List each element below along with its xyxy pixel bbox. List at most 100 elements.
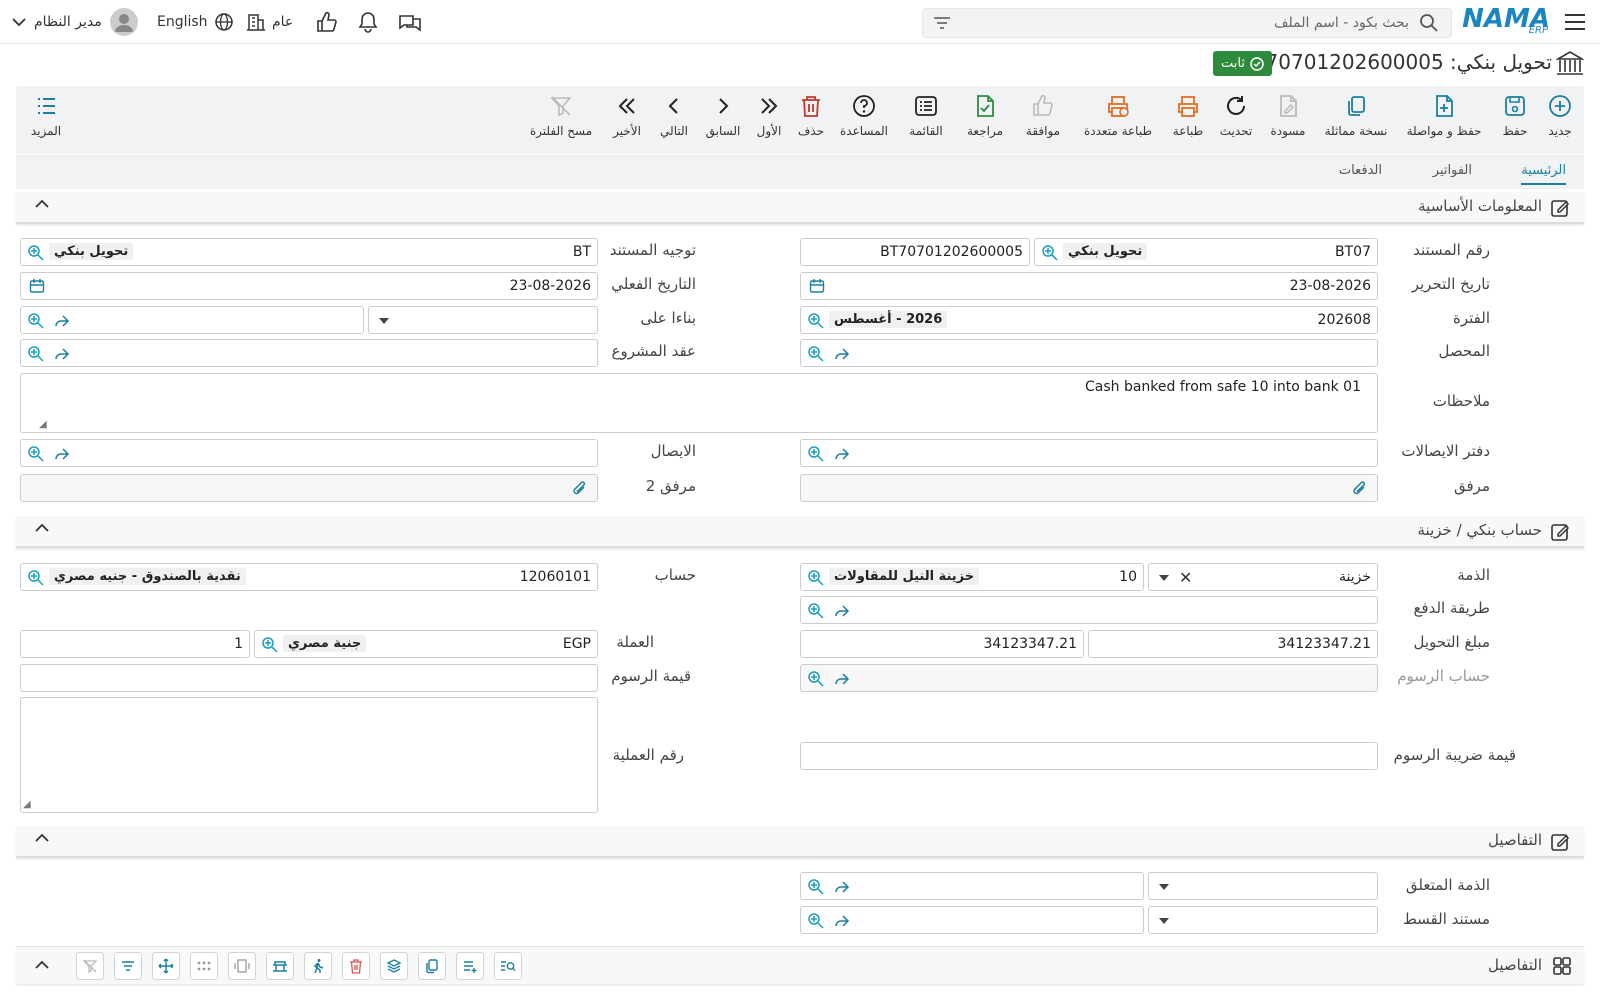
share-arrow-icon[interactable] [833, 345, 851, 366]
previous-record-button[interactable]: السابق [698, 94, 748, 148]
installment-doc-field[interactable] [800, 906, 1144, 934]
search-plus-icon[interactable] [27, 244, 45, 265]
user-menu[interactable]: مدير النظام [12, 8, 138, 36]
search-icon[interactable] [1419, 13, 1439, 33]
payment-method-field[interactable] [800, 596, 1378, 624]
chevron-up-icon[interactable] [34, 959, 50, 975]
grid-delete-button[interactable] [342, 952, 370, 980]
share-arrow-icon[interactable] [833, 445, 851, 466]
liability-field[interactable]: 10 خزينة النيل للمقاولات [800, 563, 1144, 591]
fees-tax-value-field[interactable] [800, 742, 1378, 770]
search-plus-icon[interactable] [807, 569, 825, 590]
installment-doc-type-select[interactable] [1148, 906, 1378, 934]
first-record-button[interactable]: الأول [748, 94, 790, 148]
search-box[interactable] [922, 8, 1452, 38]
search-plus-icon[interactable] [27, 312, 45, 333]
more-button[interactable]: المزيد [16, 94, 76, 148]
account-field[interactable]: 12060101 نقدية بالصندوق - جنيه مصري [20, 563, 598, 591]
doc-number-field[interactable]: BT70701202600005 [800, 238, 1030, 266]
hamburger-menu-icon[interactable] [1564, 12, 1586, 32]
grid-move-button[interactable] [152, 952, 180, 980]
bell-icon[interactable] [357, 11, 379, 33]
search-plus-icon[interactable] [27, 445, 45, 466]
section-header-basic-info[interactable]: المعلومات الأساسية [16, 192, 1584, 224]
based-on-type-select[interactable] [368, 306, 598, 334]
new-button[interactable]: جديد [1536, 94, 1584, 148]
list-button[interactable]: القائمة [896, 94, 956, 148]
search-plus-icon[interactable] [807, 670, 825, 691]
operation-number-textarea[interactable]: ◢ [20, 697, 598, 813]
chevron-up-icon[interactable] [34, 832, 50, 848]
save-button[interactable]: حفظ [1494, 94, 1536, 148]
last-record-button[interactable]: الأخير [604, 94, 650, 148]
transfer-amount-field[interactable]: 34123347.21 [1088, 630, 1378, 658]
project-contract-field[interactable] [20, 339, 598, 367]
related-liability-field[interactable] [800, 872, 1144, 900]
section-header-bank-account[interactable]: حساب بنكي / خزينة [16, 516, 1584, 548]
section-header-details[interactable]: التفاصيل [16, 826, 1584, 858]
grid-dots-button[interactable] [190, 952, 218, 980]
grid-layers-button[interactable] [380, 952, 408, 980]
resize-handle-icon[interactable]: ◢ [39, 419, 47, 430]
resize-handle-icon[interactable]: ◢ [23, 799, 31, 810]
liability-type-select[interactable]: خزينة ✕ [1148, 563, 1378, 591]
duplicate-button[interactable]: نسخة مماثلة [1316, 94, 1396, 148]
share-arrow-icon[interactable] [833, 912, 851, 933]
calendar-icon[interactable] [29, 278, 45, 298]
nama-erp-logo[interactable]: NAMA ERP [1462, 4, 1550, 38]
attachment2-field[interactable] [20, 474, 598, 502]
exchange-rate-field[interactable]: 1 [20, 630, 250, 658]
tab-invoices[interactable]: الفواتير [1433, 163, 1472, 178]
notes-textarea[interactable]: Cash banked from safe 10 into bank 01 ◢ [20, 373, 1378, 433]
tab-main[interactable]: الرئيسية [1521, 163, 1566, 185]
chevron-up-icon[interactable] [34, 198, 50, 214]
share-arrow-icon[interactable] [833, 670, 851, 691]
receipt-book-field[interactable] [800, 439, 1378, 467]
clear-filter-button[interactable]: مسح الفلترة [518, 94, 604, 148]
print-button[interactable]: طباعة [1164, 94, 1212, 148]
chevron-up-icon[interactable] [34, 522, 50, 538]
paperclip-icon[interactable] [571, 480, 589, 501]
share-arrow-icon[interactable] [833, 602, 851, 623]
chat-icon[interactable] [398, 12, 422, 34]
attachment-field[interactable] [800, 474, 1378, 502]
doc-type-field[interactable]: BT07 تحويل بنكي [1034, 238, 1378, 266]
save-and-continue-button[interactable]: حفظ و مواصلة [1396, 94, 1492, 148]
based-on-field[interactable] [20, 306, 364, 334]
grid-bridge-button[interactable] [266, 952, 294, 980]
related-liability-type-select[interactable] [1148, 872, 1378, 900]
grid-filter-button[interactable] [114, 952, 142, 980]
grid-copy-button[interactable] [418, 952, 446, 980]
search-plus-icon[interactable] [1041, 244, 1059, 265]
grid-select-button[interactable] [228, 952, 256, 980]
transfer-amount-local-field[interactable]: 34123347.21 [800, 630, 1084, 658]
draft-button[interactable]: مسودة [1260, 94, 1316, 148]
search-plus-icon[interactable] [27, 345, 45, 366]
multi-print-button[interactable]: طباعة متعددة [1072, 94, 1164, 148]
actual-date-field[interactable]: 23-08-2026 [20, 272, 598, 300]
approve-button[interactable]: موافقة [1014, 94, 1072, 148]
currency-field[interactable]: EGP جنية مصري [254, 630, 598, 658]
scope-selector[interactable]: عام [246, 12, 293, 32]
grid-search-button[interactable] [494, 952, 522, 980]
fees-value-field[interactable] [20, 664, 598, 692]
period-field[interactable]: 202608 2026 - أغسطس [800, 306, 1378, 334]
grid-add-row-button[interactable] [456, 952, 484, 980]
search-plus-icon[interactable] [807, 312, 825, 333]
clear-x-icon[interactable]: ✕ [1179, 568, 1192, 587]
grid-clear-filter-button[interactable] [76, 952, 104, 980]
edit-date-field[interactable]: 23-08-2026 [800, 272, 1378, 300]
search-plus-icon[interactable] [807, 912, 825, 933]
search-plus-icon[interactable] [807, 445, 825, 466]
receipt-field[interactable] [20, 439, 598, 467]
fees-account-field[interactable] [800, 664, 1378, 692]
refresh-button[interactable]: تحديث [1212, 94, 1260, 148]
help-button[interactable]: المساعدة [832, 94, 896, 148]
search-plus-icon[interactable] [261, 636, 279, 657]
search-plus-icon[interactable] [807, 602, 825, 623]
doc-direction-field[interactable]: BT تحويل بنكي [20, 238, 598, 266]
language-selector[interactable]: English [157, 12, 234, 32]
search-plus-icon[interactable] [807, 878, 825, 899]
next-record-button[interactable]: التالي [650, 94, 698, 148]
share-arrow-icon[interactable] [53, 445, 71, 466]
